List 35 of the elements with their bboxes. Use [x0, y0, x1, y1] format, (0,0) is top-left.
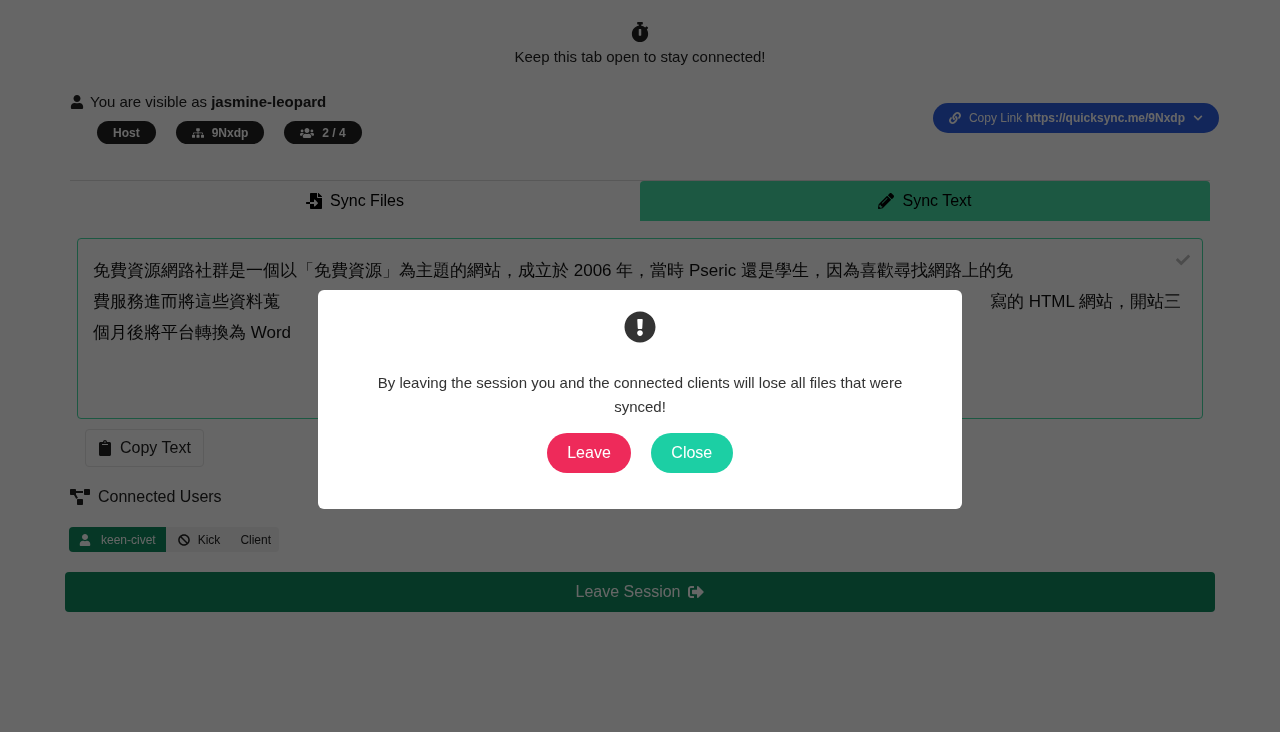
copy-link-button[interactable]: Copy Link https://quicksync.me/9Nxdp — [932, 102, 1219, 133]
info-badge: 2 / 4 — [284, 121, 362, 144]
text-line: 免費資源網路社群是一個以「免費資源」為主題的網站，成立於 2006 年，當時 Pseric 還是學生，因為喜歡尋找網路上的免 — [93, 260, 1013, 282]
user-icon — [79, 533, 91, 546]
users-icon — [300, 125, 315, 140]
text-line: 費服務進而將這些資料蒐 — [93, 291, 280, 313]
dialog-button[interactable]: Leave — [547, 433, 631, 473]
dialog-button[interactable]: Close — [650, 433, 733, 473]
tab[interactable]: Sync Text — [640, 181, 1210, 221]
sign-out-icon — [688, 584, 705, 600]
stopwatch-icon — [631, 22, 649, 42]
pencil-icon — [878, 193, 895, 209]
dialog-message: By leaving the session you and the connected clients will lose all files that were synced! — [376, 373, 904, 417]
identity-text: You are visible as jasmine-leopard — [90, 91, 327, 112]
info-badge: 9Nxdp — [175, 121, 265, 144]
section-title: Connected Users — [98, 487, 222, 507]
exclamation-icon — [624, 311, 656, 343]
text-line: 寫的 HTML 網站，開站三 — [989, 291, 1181, 313]
diagram-icon — [70, 489, 90, 505]
clipboard-icon — [98, 440, 112, 456]
kick-button[interactable]: Kick — [165, 527, 233, 552]
role-label: Client — [232, 527, 280, 552]
user-chip: keen-civet — [69, 527, 166, 552]
user-icon — [70, 94, 84, 109]
ban-icon — [177, 533, 190, 546]
leave-session-button[interactable]: Leave Session — [65, 572, 1215, 612]
file-icon — [306, 193, 323, 209]
link-icon — [948, 111, 961, 124]
network-icon — [191, 126, 204, 139]
chevron-down-icon — [1193, 112, 1203, 123]
info-badge: Host — [97, 121, 156, 144]
check-icon — [1176, 253, 1190, 267]
text-line: 個月後將平台轉換為 Word — [93, 322, 292, 344]
copy-text-button[interactable]: Copy Text — [85, 429, 204, 467]
notice-text: Keep this tab open to stay connected! — [514, 47, 766, 67]
